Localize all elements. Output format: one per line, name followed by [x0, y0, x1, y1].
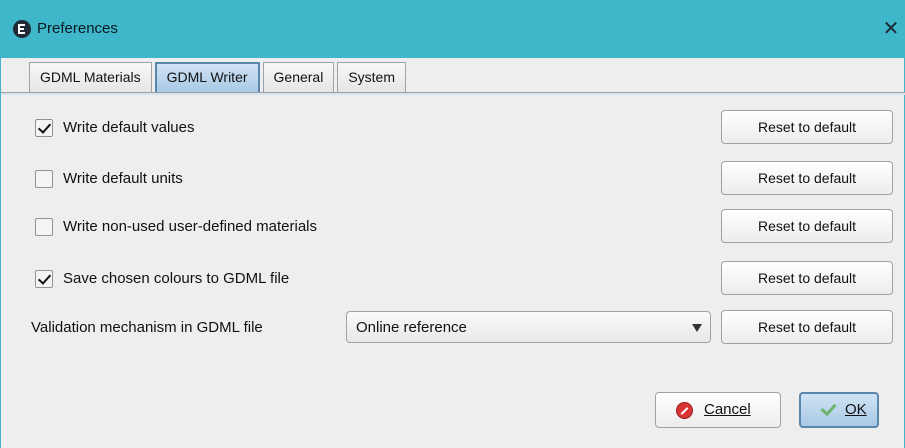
setting-row-non-used-materials: Write non-used user-defined materials Re… — [33, 209, 893, 245]
reset-non-used-materials-button[interactable]: Reset to default — [721, 209, 893, 243]
validation-selected-value: Online reference — [356, 319, 467, 336]
reset-save-colours-button[interactable]: Reset to default — [721, 261, 893, 295]
write-default-units-label[interactable]: Write default units — [63, 170, 183, 187]
app-logo-icon — [13, 20, 31, 38]
setting-row-default-values: Write default values Reset to default — [33, 110, 893, 146]
preferences-window: Preferences ✕ GDML Materials GDML Writer… — [0, 0, 905, 448]
tab-system[interactable]: System — [337, 62, 407, 92]
tab-gdml-writer[interactable]: GDML Writer — [154, 62, 260, 92]
window-title: Preferences — [37, 20, 118, 37]
tab-gdml-materials[interactable]: GDML Materials — [29, 62, 152, 92]
save-colours-checkbox[interactable] — [35, 270, 53, 288]
setting-row-save-colours: Save chosen colours to GDML file Reset t… — [33, 261, 893, 297]
tab-general[interactable]: General — [262, 62, 335, 92]
write-non-used-materials-checkbox[interactable] — [35, 218, 53, 236]
title-bar: Preferences ✕ — [1, 0, 905, 58]
validation-mechanism-dropdown[interactable]: Online reference — [346, 311, 711, 343]
write-default-values-label[interactable]: Write default values — [63, 119, 194, 136]
cancel-button-label: Cancel — [704, 401, 751, 418]
setting-row-default-units: Write default units Reset to default — [33, 161, 893, 197]
reset-validation-button[interactable]: Reset to default — [721, 310, 893, 344]
tab-bar: GDML Materials GDML Writer General Syste… — [29, 62, 409, 92]
tab-content-border — [1, 92, 905, 95]
close-icon[interactable]: ✕ — [876, 16, 905, 42]
write-default-units-checkbox[interactable] — [35, 170, 53, 188]
ok-button[interactable]: OK — [799, 392, 879, 428]
reset-default-units-button[interactable]: Reset to default — [721, 161, 893, 195]
cancel-button[interactable]: Cancel — [655, 392, 781, 428]
chevron-down-icon[interactable] — [692, 324, 702, 332]
save-colours-label[interactable]: Save chosen colours to GDML file — [63, 270, 289, 287]
reset-default-values-button[interactable]: Reset to default — [721, 110, 893, 144]
write-default-values-checkbox[interactable] — [35, 119, 53, 137]
checkmark-icon — [819, 400, 835, 416]
setting-row-validation: Validation mechanism in GDML file Online… — [31, 310, 893, 346]
ok-button-label: OK — [845, 401, 867, 418]
validation-mechanism-label: Validation mechanism in GDML file — [31, 319, 263, 336]
write-non-used-materials-label[interactable]: Write non-used user-defined materials — [63, 218, 317, 235]
cancel-icon — [676, 402, 693, 419]
